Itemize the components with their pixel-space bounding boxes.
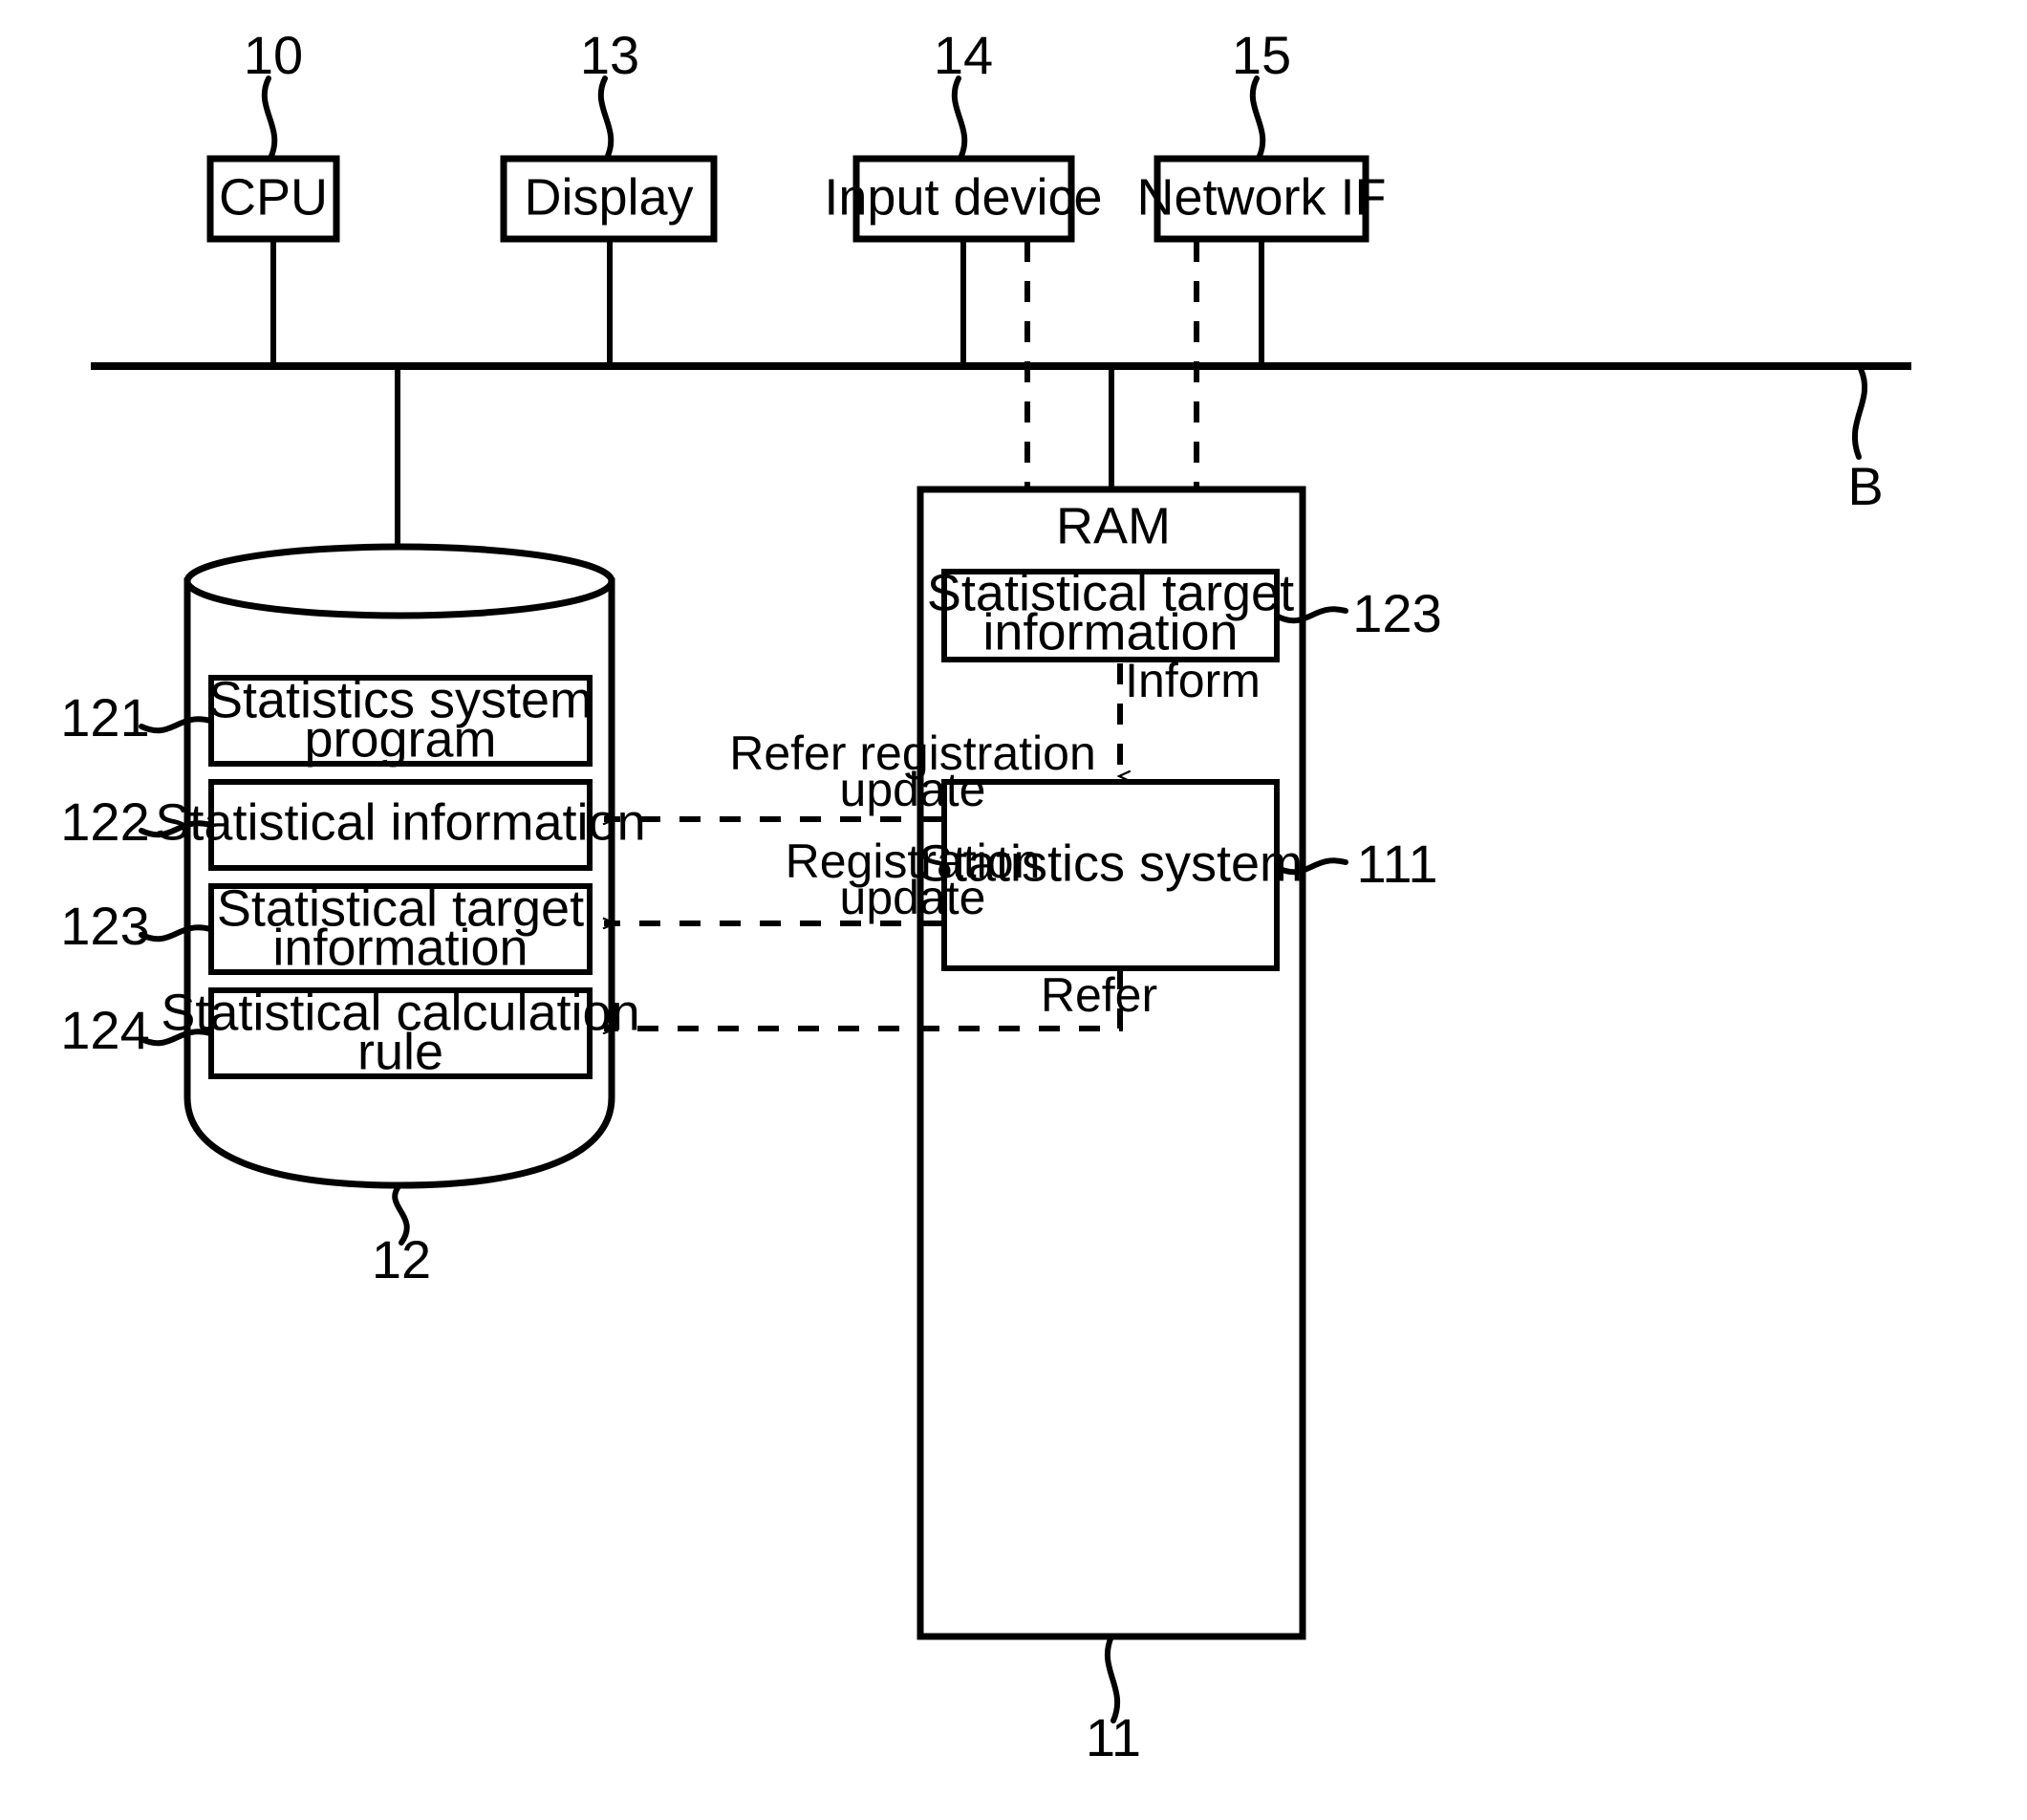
ref-124-label: 124 [60,1000,149,1060]
display-label: Display [524,168,693,226]
storage-item-123-label-line2: information [272,919,528,976]
ref-13-label: 13 [580,25,639,85]
display-leader-line [597,76,615,159]
figure-canvas: 10 13 14 15 CPU Display Input device Net… [0,0,2027,1820]
cpu-label: CPU [219,168,328,226]
ref-123-ram-label: 123 [1352,583,1441,643]
ref-15-label: 15 [1232,25,1291,85]
storage-item-122-label-line1: Statistical information [155,793,645,851]
network-if-leader-line [1249,76,1266,159]
ref-12-label: 12 [372,1229,431,1289]
ref-10-label: 10 [244,25,303,85]
cpu-leader-line [261,76,278,159]
bus-label: B [1847,456,1883,516]
ref-123-storage-label: 123 [60,896,149,956]
bus-leader-line [1851,366,1868,460]
ref-122-label: 122 [60,791,149,852]
flow-registration-update-line2: update [840,871,986,924]
flow-refer-registration-update-line2: update [840,763,986,816]
input-device-leader-line [951,76,968,159]
network-if-label: Network IF [1136,168,1386,226]
input-device-label: Input device [824,168,1102,226]
ram-block-123-label-line2: information [982,603,1238,661]
flow-inform-label: Inform [1125,654,1261,707]
flow-refer-label: Refer [1041,968,1157,1022]
ref-111-label: 111 [1356,834,1437,894]
ref-14-label: 14 [934,25,993,85]
storage-item-124-label-line2: rule [357,1023,443,1080]
storage-cylinder-top [183,543,615,619]
ref-11-label: 11 [1086,1707,1141,1767]
storage-item-121-label-line2: program [304,710,496,768]
ref-121-label: 121 [60,687,149,748]
ram-title-label: RAM [1056,497,1171,554]
block-diagram: 10 13 14 15 CPU Display Input device Net… [60,25,1911,1767]
